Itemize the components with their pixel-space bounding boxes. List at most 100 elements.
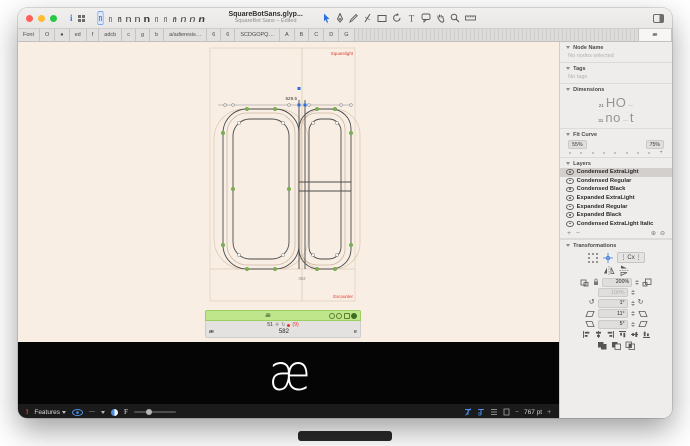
tab-scdgopq[interactable]: SCDGOPQ… (235, 29, 280, 41)
tab-A[interactable]: A (279, 29, 295, 41)
layer-row-condensed-black[interactable]: Condensed Black (560, 185, 672, 194)
add-layer-button[interactable]: + (567, 230, 571, 237)
master-button-condensed-extralight-italic[interactable]: n (153, 13, 159, 25)
right-metrics-key[interactable]: e (354, 329, 357, 335)
style-dropdown[interactable]: — (89, 409, 95, 415)
zoom-value[interactable]: 767 pt (524, 409, 542, 416)
scale-linked-stepper[interactable] (630, 290, 635, 296)
ltr-direction-icon[interactable] (464, 403, 472, 418)
shape-tool-icon[interactable] (377, 14, 387, 23)
tab-6b[interactable]: 6 (221, 29, 236, 41)
align-top-icon[interactable] (618, 330, 627, 339)
tab-g[interactable]: g (135, 29, 151, 41)
rotate-ccw-icon[interactable]: ↺ (589, 299, 595, 307)
master-button-expanded-black[interactable]: n (142, 13, 151, 25)
measure-tool-icon[interactable] (464, 14, 476, 22)
corner-node[interactable] (281, 121, 285, 125)
rotate-value-field[interactable]: 1° (597, 298, 628, 308)
subtract-icon[interactable] (611, 341, 622, 350)
metrics-circle-icon[interactable] (328, 312, 335, 319)
eye-icon[interactable] (566, 203, 574, 210)
fit-curve-steps[interactable]: + (560, 150, 672, 157)
preview-size-slider[interactable] (133, 409, 176, 415)
smooth-node[interactable] (272, 266, 277, 271)
tab-c[interactable]: c (122, 29, 136, 41)
zoom-out-button[interactable]: − (515, 409, 519, 416)
smooth-node[interactable] (244, 266, 249, 271)
knife-tool-icon[interactable] (363, 13, 372, 23)
tab-B[interactable]: B (294, 29, 310, 41)
chevron-down-icon-2[interactable] (101, 410, 105, 414)
corner-node[interactable] (281, 253, 285, 257)
align-bottom-icon[interactable] (642, 330, 651, 339)
zoom-in-button[interactable]: + (547, 409, 551, 416)
smooth-node[interactable] (272, 106, 277, 111)
fit-curve-min[interactable]: 55% (568, 140, 587, 149)
layer-visibility-icon[interactable]: ⊖ (660, 230, 665, 237)
vertical-layout-icon[interactable] (490, 403, 498, 418)
tab-adieresis[interactable]: a/adieresis… (164, 29, 208, 41)
corner-node[interactable] (311, 121, 315, 125)
intersect-icon[interactable] (625, 341, 636, 350)
master-button-condensed-black[interactable]: n (117, 13, 122, 25)
master-button-condensed-extralight[interactable]: n (96, 11, 104, 25)
glyph-info-header[interactable]: æ (205, 310, 361, 321)
metrics-square-icon[interactable] (343, 312, 350, 319)
tab-adcb[interactable]: adcb (99, 29, 123, 41)
flipped-preview-icon[interactable]: F (124, 408, 128, 416)
fit-curve-max[interactable]: 75% (645, 140, 664, 149)
rotate-tool-icon[interactable] (392, 13, 402, 23)
sidebar-toggle-icon[interactable] (653, 11, 664, 25)
slant-right-icon[interactable] (637, 310, 648, 318)
tab-ed[interactable]: ed (69, 29, 87, 41)
tab-b[interactable]: b (150, 29, 165, 41)
slant-left-icon[interactable] (584, 310, 595, 318)
align-middle-v-icon[interactable] (630, 330, 639, 339)
scale-down-icon[interactable] (580, 278, 590, 287)
grid-view-icon[interactable] (77, 11, 86, 25)
metrics-circle-icon-2[interactable] (336, 312, 342, 319)
dimension-dash[interactable]: — (628, 103, 633, 109)
layer-row-condensed-extralight[interactable]: Condensed ExtraLight (560, 168, 672, 177)
section-node-name[interactable]: Node Name (560, 42, 672, 52)
select-tool-icon[interactable] (322, 13, 331, 23)
corner-node[interactable] (237, 253, 241, 257)
rotate-mini-icon[interactable]: ↻ (281, 322, 285, 328)
smooth-node[interactable] (230, 186, 235, 191)
scale-stepper[interactable] (635, 279, 640, 285)
eye-icon[interactable] (566, 169, 574, 176)
smooth-node[interactable] (333, 106, 338, 111)
e-bowl-outer-path[interactable] (298, 108, 352, 270)
origin-reference-selector[interactable]: ⋮ Cx ⋮ (617, 252, 645, 264)
corner-node[interactable] (237, 121, 241, 125)
eye-icon[interactable] (566, 177, 574, 184)
crosshair-mini-icon[interactable]: ✛ (275, 322, 279, 328)
tab-overflow-area[interactable] (354, 29, 639, 41)
tab-f[interactable]: f (86, 29, 100, 41)
tab-6a[interactable]: 6 (207, 29, 222, 41)
eye-icon[interactable] (566, 220, 574, 227)
skew-stepper[interactable] (630, 321, 635, 327)
crosshair-icon[interactable] (602, 252, 614, 264)
slider-knob[interactable] (145, 409, 152, 415)
origin-grid-icon[interactable] (587, 252, 599, 264)
annotation-tool-icon[interactable] (421, 13, 431, 23)
layer-row-condensed-regular[interactable]: Condensed Regular (560, 177, 672, 186)
mirror-horizontal-icon[interactable] (603, 265, 615, 276)
invert-preview-icon[interactable] (111, 408, 118, 416)
master-button-condensed-black-italic[interactable]: n (171, 13, 177, 25)
info-icon[interactable]: i (70, 11, 73, 25)
eye-icon[interactable] (566, 212, 574, 219)
tab-G[interactable]: G (339, 29, 355, 41)
stem-value-h[interactable]: 21 (599, 103, 604, 108)
smooth-node[interactable] (220, 242, 225, 247)
smooth-node[interactable] (220, 130, 225, 135)
text-tool-icon[interactable]: T (407, 13, 416, 24)
selected-node[interactable] (297, 87, 301, 90)
selected-node[interactable] (297, 103, 301, 107)
scale-up-icon[interactable] (642, 278, 652, 287)
smooth-node[interactable] (315, 266, 320, 271)
layer-row-expanded-extralight[interactable]: Expanded ExtraLight (560, 194, 672, 203)
glyph-outline-drawing[interactable]: 629.5 463 Squarelight Excounter (18, 42, 559, 342)
layer-row-expanded-regular[interactable]: Expanded Regular (560, 202, 672, 211)
